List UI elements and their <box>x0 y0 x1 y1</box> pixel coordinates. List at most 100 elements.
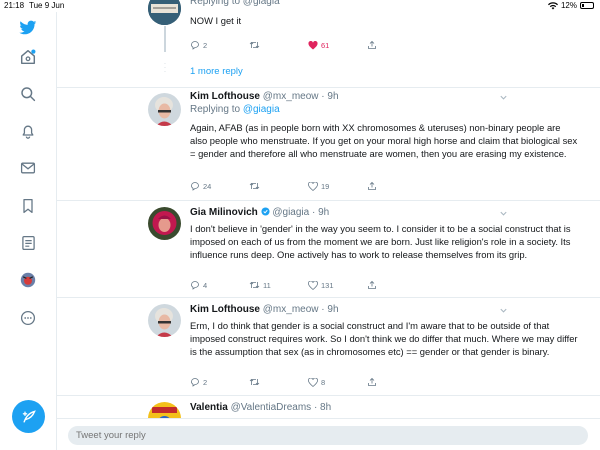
share-icon <box>368 181 376 190</box>
retweet-button[interactable]: 11 <box>249 280 308 290</box>
tweet-time: · 8h <box>313 402 332 413</box>
tweet-avatar[interactable] <box>148 93 181 126</box>
share-button[interactable] <box>367 377 426 387</box>
retweet-button[interactable] <box>249 377 308 387</box>
sidebar <box>0 12 57 450</box>
twitter-logo-icon[interactable] <box>18 18 38 38</box>
retweet-button[interactable] <box>249 40 308 50</box>
tweet-kim-2[interactable]: Kim Lofthouse @mx_meow · 9h Erm, I do th… <box>57 298 600 396</box>
share-icon <box>368 280 376 289</box>
author-handle[interactable]: @ValentiaDreams <box>231 402 312 413</box>
more-replies-link[interactable]: 1 more reply <box>190 66 243 77</box>
replying-to: Replying to @giagia <box>190 103 580 116</box>
tweet-gia[interactable]: Gia Milinovich @giagia · 9h I don't beli… <box>57 201 600 298</box>
tweet-valentia[interactable]: Valentia @ValentiaDreams · 8h <box>57 396 600 418</box>
retweet-count: 11 <box>263 280 271 290</box>
like-button[interactable]: 8 <box>308 377 367 387</box>
heart-icon <box>308 377 318 387</box>
reply-button[interactable]: 2 <box>190 40 249 50</box>
tweet-actions: 2 8 <box>190 377 426 387</box>
like-count: 8 <box>321 377 326 387</box>
replying-to-handle[interactable]: @giagia <box>243 104 280 115</box>
retweet-icon <box>249 41 260 49</box>
more-icon[interactable] <box>18 308 38 328</box>
tweet-header: Kim Lofthouse @mx_meow · 9h <box>190 90 580 103</box>
like-count: 61 <box>321 40 330 50</box>
share-icon <box>368 377 376 386</box>
author-name[interactable]: Valentia <box>190 402 228 413</box>
compose-tweet-icon <box>22 409 36 423</box>
retweet-icon <box>249 182 260 190</box>
conversation-timeline: Replying to @giagia NOW I get it 2 61 · ·… <box>57 0 600 418</box>
like-button[interactable]: 61 <box>308 40 367 50</box>
search-icon[interactable] <box>18 84 38 104</box>
tweet-time: · 9h <box>311 207 330 218</box>
status-time: 21:18 <box>4 1 25 10</box>
tweet-avatar[interactable] <box>148 402 181 418</box>
tweet-avatar[interactable] <box>148 0 181 25</box>
tweet-top[interactable]: Replying to @giagia NOW I get it 2 61 · ·… <box>57 0 600 88</box>
author-handle[interactable]: @giagia <box>272 207 309 218</box>
replying-to: Replying to @giagia <box>190 0 280 7</box>
tweet-header: Gia Milinovich @giagia · 9h <box>190 206 580 219</box>
reply-count: 4 <box>203 280 208 290</box>
lists-icon[interactable] <box>18 233 38 253</box>
notifications-icon[interactable] <box>18 121 38 141</box>
heart-icon <box>308 280 318 290</box>
reply-count: 24 <box>203 181 212 191</box>
tweet-header: Valentia @ValentiaDreams · 8h <box>190 401 580 414</box>
like-button[interactable]: 131 <box>308 280 367 290</box>
tweet-avatar[interactable] <box>148 207 181 240</box>
retweet-button[interactable] <box>249 181 308 191</box>
chevron-down-icon[interactable] <box>499 209 508 218</box>
like-button[interactable]: 19 <box>308 181 367 191</box>
share-button[interactable] <box>367 181 426 191</box>
reply-button[interactable]: 24 <box>190 181 249 191</box>
reply-count: 2 <box>203 377 208 387</box>
author-handle[interactable]: @mx_meow <box>263 91 319 102</box>
tweet-kim-1[interactable]: Kim Lofthouse @mx_meow · 9h Replying to … <box>57 88 600 201</box>
thread-line <box>164 26 166 52</box>
reply-icon <box>191 378 199 387</box>
author-handle[interactable]: @mx_meow <box>263 304 319 315</box>
share-button[interactable] <box>367 280 426 290</box>
heart-filled-icon <box>308 40 318 49</box>
reply-input[interactable] <box>68 426 588 445</box>
share-button[interactable] <box>367 40 426 50</box>
author-name[interactable]: Gia Milinovich <box>190 207 258 218</box>
reply-bar <box>57 418 600 450</box>
author-name[interactable]: Kim Lofthouse <box>190 304 260 315</box>
bookmarks-icon[interactable] <box>18 196 38 216</box>
compose-tweet-button[interactable] <box>12 400 45 433</box>
author-name[interactable]: Kim Lofthouse <box>190 91 260 102</box>
reply-icon <box>191 41 199 50</box>
home-icon[interactable] <box>18 47 38 67</box>
reply-button[interactable]: 4 <box>190 280 249 290</box>
reply-count: 2 <box>203 40 208 50</box>
tweet-actions: 4 11 131 <box>190 280 426 290</box>
reply-icon <box>191 182 199 191</box>
messages-icon[interactable] <box>18 158 38 178</box>
tweet-header: Kim Lofthouse @mx_meow · 9h <box>190 303 580 316</box>
retweet-icon <box>249 378 260 386</box>
tweet-text: Erm, I do think that gender is a social … <box>190 320 578 357</box>
chevron-down-icon[interactable] <box>499 306 508 315</box>
share-icon <box>368 40 376 49</box>
like-count: 19 <box>321 181 330 191</box>
tweet-avatar[interactable] <box>148 304 181 337</box>
thread-dots: · · · <box>164 61 166 75</box>
tweet-actions: 24 19 <box>190 181 426 191</box>
tweet-text: I don't believe in 'gender' in the way y… <box>190 223 571 260</box>
retweet-icon <box>249 281 260 289</box>
tweet-actions: 2 61 <box>190 40 426 50</box>
replying-prefix: Replying to <box>190 104 243 115</box>
tweet-text: Again, AFAB (as in people born with XX c… <box>190 122 578 159</box>
profile-avatar[interactable] <box>18 270 38 290</box>
like-count: 131 <box>321 280 334 290</box>
heart-icon <box>308 181 318 191</box>
chevron-down-icon[interactable] <box>499 93 508 102</box>
tweet-text: NOW I get it <box>190 15 242 26</box>
verified-badge-icon <box>261 207 270 216</box>
reply-icon <box>191 281 199 290</box>
reply-button[interactable]: 2 <box>190 377 249 387</box>
